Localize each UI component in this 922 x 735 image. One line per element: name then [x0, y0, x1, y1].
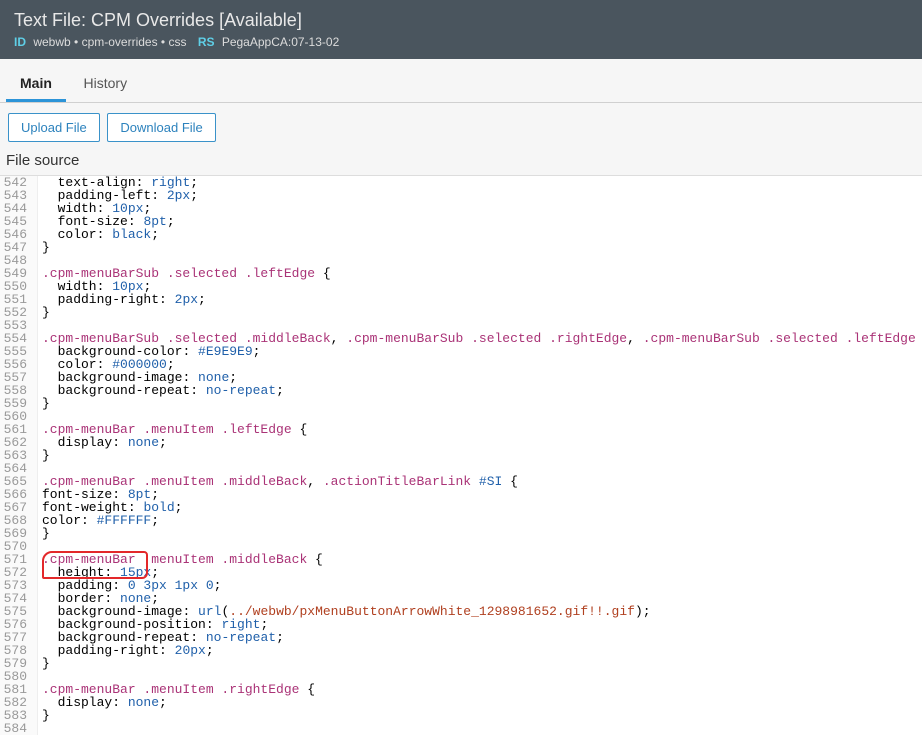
page-header: Text File: CPM Overrides [Available] ID … [0, 0, 922, 59]
code-text: display: none; [38, 436, 167, 449]
title-name: CPM Overrides [91, 10, 214, 30]
code-line: 559} [0, 397, 922, 410]
code-line: 558 background-repeat: no-repeat; [0, 384, 922, 397]
tab-main[interactable]: Main [6, 65, 66, 102]
id-label: ID [14, 35, 26, 49]
upload-file-button[interactable]: Upload File [8, 113, 100, 142]
section-label: File source [0, 150, 922, 175]
page-title: Text File: CPM Overrides [Available] [14, 10, 908, 31]
code-editor[interactable]: 542 text-align: right;543 padding-left: … [0, 175, 922, 735]
code-line: 578 padding-right: 20px; [0, 644, 922, 657]
rs-value: PegaAppCA:07-13-02 [222, 35, 339, 49]
code-line: 568color: #FFFFFF; [0, 514, 922, 527]
code-line: 547} [0, 241, 922, 254]
tab-history[interactable]: History [70, 65, 142, 102]
title-prefix: Text File: [14, 10, 86, 30]
rs-label: RS [198, 35, 215, 49]
code-line: 551 padding-right: 2px; [0, 293, 922, 306]
code-line: 563} [0, 449, 922, 462]
id-value: webwb • cpm-overrides • css [33, 35, 186, 49]
code-text: display: none; [38, 696, 167, 709]
code-line: 546 color: black; [0, 228, 922, 241]
code-line: 582 display: none; [0, 696, 922, 709]
code-text: padding-right: 20px; [38, 644, 214, 657]
tab-bar: Main History [0, 65, 922, 103]
code-line: 583} [0, 709, 922, 722]
code-line: 562 display: none; [0, 436, 922, 449]
toolbar: Upload File Download File [0, 103, 922, 150]
code-line: 552} [0, 306, 922, 319]
download-file-button[interactable]: Download File [107, 113, 215, 142]
code-line: 569} [0, 527, 922, 540]
title-status: [Available] [219, 10, 302, 30]
code-text: color: black; [38, 228, 159, 241]
header-subline: ID webwb • cpm-overrides • css RS PegaAp… [14, 35, 908, 49]
code-text: background-repeat: no-repeat; [38, 384, 284, 397]
code-line: 579} [0, 657, 922, 670]
code-text: color: #FFFFFF; [38, 514, 159, 527]
code-text: padding-right: 2px; [38, 293, 206, 306]
